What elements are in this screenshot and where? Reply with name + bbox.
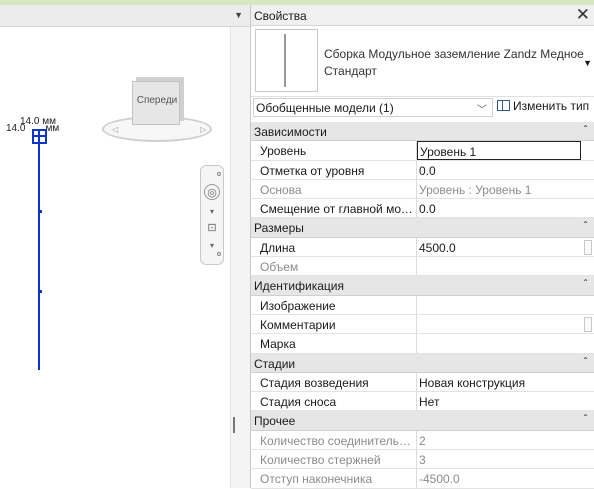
property-name: Стадия возведения	[251, 372, 417, 392]
property-row[interactable]: Комментарии	[251, 314, 594, 335]
property-row[interactable]: Марка	[251, 334, 594, 354]
property-name: Уровень	[251, 141, 417, 160]
dimension-height-value: 14.0	[6, 123, 26, 134]
property-name: Количество соединительных элементов	[251, 430, 417, 450]
property-row[interactable]: Стадия сноса Нет	[251, 392, 594, 412]
type-preview-thumbnail	[255, 29, 318, 92]
collapse-icon[interactable]: ⌃	[582, 413, 589, 422]
property-value: -4500.0	[419, 472, 460, 487]
property-name: Количество стержней	[251, 450, 417, 469]
property-value[interactable]: 0.0	[417, 199, 581, 217]
type-name: Сборка Модульное заземление Zandz Медное…	[324, 47, 584, 78]
property-row[interactable]: Смещение от главной модели 0.0	[251, 199, 594, 219]
compass-right-icon: ▷	[200, 125, 207, 134]
property-row: Количество соединительных элементов2	[251, 430, 594, 451]
property-row[interactable]: Уровень Уровень 1	[251, 141, 594, 161]
group-header[interactable]: Стадии ⌃	[251, 353, 594, 373]
selected-element-line[interactable]	[38, 140, 40, 370]
group-label: Зависимости	[254, 125, 327, 139]
property-name: Основа	[251, 179, 417, 199]
drawing-viewport[interactable]: ▼ Спереди ◁ ▷ 14.0 мм 14.0 мм ◎ ▾ ⊡ ▾	[0, 5, 250, 488]
viewcube-label: Спереди	[136, 95, 178, 106]
property-value[interactable]: 4500.0	[417, 238, 581, 256]
property-row[interactable]: Изображение	[251, 295, 594, 315]
viewcube[interactable]: Спереди ◁ ▷	[100, 71, 220, 151]
steering-wheel-icon[interactable]: ◎	[204, 184, 220, 200]
group-label: Стадии	[254, 356, 296, 371]
navbar-menu-icon[interactable]	[217, 172, 221, 176]
group-label: Идентификация	[254, 279, 344, 294]
property-name: Объем	[251, 257, 417, 276]
property-value[interactable]	[417, 296, 581, 314]
splitter-grip-icon[interactable]	[233, 417, 235, 433]
edit-type-button[interactable]: Изменить тип	[497, 99, 589, 117]
selected-element-grip[interactable]	[32, 129, 47, 144]
property-name: Отступ наконечника	[251, 469, 417, 488]
property-row: Основа Уровень : Уровень 1	[251, 179, 594, 200]
property-value[interactable]: 0.0	[417, 161, 581, 179]
properties-title: Свойства	[254, 9, 307, 23]
viewport-header: ▼	[0, 5, 250, 27]
edit-value-button[interactable]	[584, 316, 592, 332]
caret-down-icon[interactable]: ▼	[234, 10, 243, 20]
collapse-icon[interactable]: ⌃	[582, 124, 589, 133]
property-name: Изображение	[251, 295, 417, 314]
dimension-height-unit: мм	[45, 123, 60, 134]
property-row: Количество стержней 3	[251, 450, 594, 470]
property-row[interactable]: Отметка от уровня 0.0	[251, 160, 594, 180]
property-value[interactable]	[417, 315, 581, 333]
property-value[interactable]: Уровень 1	[417, 141, 581, 160]
properties-grid: Зависимости ⌃ Уровень Уровень 1 Отметка от у…	[251, 122, 594, 489]
group-header[interactable]: Идентификация ⌃	[251, 276, 594, 296]
element-tick	[38, 210, 42, 213]
navigation-bar: ◎ ▾ ⊡ ▾	[200, 165, 224, 265]
zoom-region-icon[interactable]: ⊡	[204, 220, 220, 236]
close-icon[interactable]: ✕	[576, 5, 590, 25]
property-value: 2	[419, 433, 426, 448]
property-name: Смещение от главной модели	[251, 199, 417, 218]
viewcube-front-face[interactable]: Спереди	[132, 81, 180, 125]
property-row[interactable]: Длина 4500.0	[251, 237, 594, 258]
category-filter-dropdown[interactable]: Обобщенные модели (1) ﹀	[253, 98, 493, 117]
category-filter-value: Обобщенные модели (1)	[256, 101, 394, 115]
property-value	[417, 257, 581, 275]
caret-down-icon[interactable]: ▼	[583, 58, 592, 68]
property-name: Длина	[251, 237, 417, 257]
navbar-options-icon[interactable]	[217, 252, 221, 256]
property-name: Стадия сноса	[251, 392, 417, 411]
chevron-down-icon[interactable]: ▾	[204, 204, 220, 220]
property-name: Отметка от уровня	[251, 160, 417, 179]
group-label: Размеры	[254, 221, 304, 236]
group-header[interactable]: Зависимости ⌃	[251, 122, 594, 142]
edit-value-button[interactable]	[584, 239, 592, 255]
edit-type-icon	[497, 100, 510, 111]
collapse-icon[interactable]: ⌃	[582, 220, 589, 229]
element-tick	[38, 290, 42, 293]
property-value[interactable]: Нет	[417, 392, 581, 410]
properties-palette: Свойства ✕ Сборка Модульное заземление Z…	[250, 5, 594, 489]
property-row[interactable]: Стадия возведения Новая конструкция	[251, 372, 594, 393]
property-value[interactable]	[417, 334, 581, 352]
collapse-icon[interactable]: ⌃	[582, 278, 589, 287]
instance-filter-row: Обобщенные модели (1) ﹀ Изменить тип	[251, 97, 594, 119]
property-row: Объем	[251, 257, 594, 277]
property-name: Комментарии	[251, 314, 417, 334]
property-row: Отступ наконечника -4500.0	[251, 469, 594, 489]
property-value: Уровень : Уровень 1	[419, 182, 532, 197]
collapse-icon[interactable]: ⌃	[582, 356, 589, 365]
group-label: Прочее	[254, 414, 296, 429]
group-header[interactable]: Прочее ⌃	[251, 411, 594, 431]
property-value[interactable]: Новая конструкция	[417, 373, 581, 391]
type-selector[interactable]: Сборка Модульное заземление Zandz Медное…	[251, 26, 594, 97]
compass-left-icon: ◁	[112, 125, 119, 134]
chevron-down-icon[interactable]: ﹀	[477, 101, 487, 116]
group-header[interactable]: Размеры ⌃	[251, 218, 594, 238]
property-name: Марка	[251, 334, 417, 353]
property-value: 3	[419, 453, 426, 468]
edit-type-label: Изменить тип	[513, 99, 590, 113]
properties-titlebar: Свойства ✕	[251, 5, 594, 26]
